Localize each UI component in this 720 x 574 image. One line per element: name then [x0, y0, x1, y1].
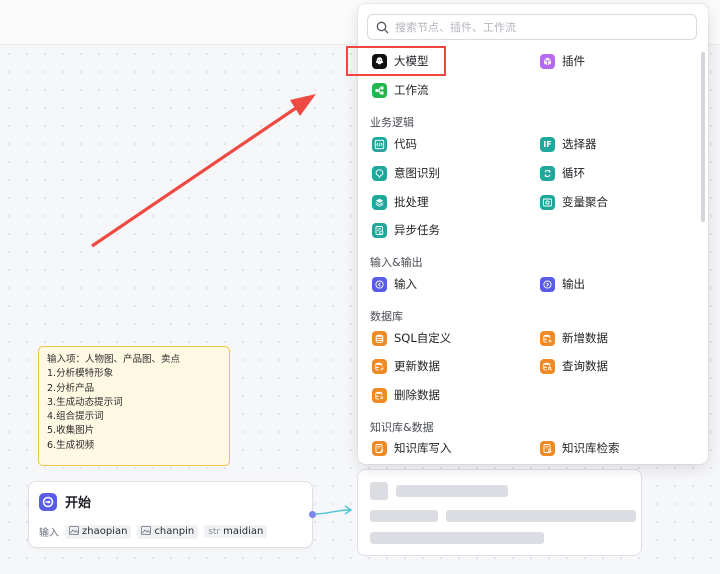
node-item-kb-write[interactable]: 知识库写入 [372, 437, 452, 459]
note-line: 3.生成动态提示词 [47, 396, 123, 408]
code-icon [372, 136, 387, 152]
input-tag: chanpin [137, 524, 199, 539]
input-icon [372, 276, 387, 292]
node-item-kb-search[interactable]: 知识库检索 [540, 437, 620, 459]
skeleton-line [446, 510, 636, 522]
db-query-icon [540, 358, 555, 374]
workflow-icon [372, 82, 387, 98]
node-item-db-delete[interactable]: 删除数据 [372, 384, 440, 406]
node-item-llm[interactable]: 大模型 [372, 50, 429, 72]
db-update-icon [372, 358, 387, 374]
kb-search-icon [540, 440, 555, 456]
start-node-header: 开始 [39, 492, 91, 511]
async-task-icon [372, 222, 387, 238]
start-node[interactable]: 开始 输入 zhaopian chanpin str maidian [28, 481, 313, 548]
node-item-label: 代码 [394, 137, 417, 151]
inputs-label: 输入 [39, 528, 59, 539]
note-line: 输入项：人物图、产品图、卖点 [47, 354, 181, 365]
node-item-label: 选择器 [562, 137, 597, 151]
node-item-label: 大模型 [394, 54, 429, 68]
image-icon [141, 525, 152, 538]
skeleton-line [370, 510, 438, 522]
connection-line [316, 505, 353, 515]
section-title-knowledge: 知识库&数据 [370, 421, 434, 434]
plugin-icon [540, 53, 555, 69]
start-icon [39, 492, 57, 511]
input-name: zhaopian [82, 526, 128, 537]
input-name: chanpin [154, 526, 195, 537]
start-node-inputs: 输入 zhaopian chanpin str maidian [39, 524, 268, 539]
node-item-label: 异步任务 [394, 223, 440, 237]
note-line: 6.生成视频 [47, 439, 95, 451]
loop-icon [540, 165, 555, 181]
node-item-label: 知识库检索 [562, 441, 620, 455]
image-icon [69, 525, 79, 538]
node-item-loop[interactable]: 循环 [540, 162, 585, 184]
node-item-code[interactable]: 代码 [372, 133, 417, 155]
search-icon [376, 21, 389, 33]
output-icon [540, 276, 555, 292]
node-item-workflow[interactable]: 工作流 [372, 79, 429, 101]
node-item-async-task[interactable]: 异步任务 [372, 219, 440, 241]
node-item-label: 插件 [562, 54, 585, 68]
output-port[interactable] [309, 511, 316, 518]
string-type-label: str [208, 526, 221, 537]
panel-scrollbar[interactable] [701, 52, 705, 222]
node-item-intent[interactable]: 意图识别 [372, 162, 440, 184]
node-item-batch[interactable]: 批处理 [372, 191, 429, 213]
node-item-label: SQL自定义 [394, 331, 452, 345]
db-delete-icon [372, 387, 387, 403]
input-tag: str maidian [204, 525, 268, 538]
node-item-aggregate[interactable]: 变量聚合 [540, 191, 608, 213]
section-title-business: 业务逻辑 [370, 116, 414, 129]
node-item-label: 更新数据 [394, 359, 440, 373]
node-item-label: 意图识别 [394, 166, 440, 180]
node-item-output[interactable]: 输出 [540, 273, 585, 295]
node-item-sql[interactable]: SQL自定义 [372, 327, 451, 349]
start-node-title: 开始 [65, 496, 92, 511]
batch-icon [372, 194, 387, 210]
note-line: 4.组合提示词 [47, 411, 104, 423]
node-item-db-add[interactable]: 新增数据 [540, 327, 608, 349]
node-item-label: 变量聚合 [562, 195, 608, 209]
llm-icon [372, 53, 387, 69]
skeleton-icon [370, 482, 388, 500]
node-item-db-query[interactable]: 查询数据 [540, 355, 608, 377]
node-item-label: 新增数据 [562, 331, 608, 345]
node-item-db-update[interactable]: 更新数据 [372, 355, 440, 377]
note-line: 2.分析产品 [47, 382, 95, 394]
if-icon: IF [540, 136, 555, 152]
section-title-database: 数据库 [370, 310, 403, 323]
node-item-label: 查询数据 [562, 359, 608, 373]
skeleton-line [396, 485, 508, 497]
db-add-icon [540, 330, 555, 346]
sql-icon [372, 330, 387, 346]
placeholder-node [357, 469, 642, 556]
node-item-label: 循环 [562, 166, 585, 180]
node-item-label: 批处理 [394, 195, 429, 209]
kb-write-icon [372, 440, 387, 456]
node-item-input[interactable]: 输入 [372, 273, 417, 295]
node-item-label: 输入 [394, 277, 417, 291]
skeleton-line [370, 532, 544, 544]
note-line: 1.分析模特形象 [47, 368, 114, 380]
search-input[interactable] [395, 20, 675, 34]
node-item-plugin[interactable]: 插件 [540, 50, 585, 72]
aggregate-icon [540, 194, 555, 210]
node-item-label: 知识库写入 [394, 441, 452, 455]
node-item-label: 工作流 [394, 83, 429, 97]
comment-note[interactable]: 输入项：人物图、产品图、卖点 1.分析模特形象 2.分析产品 3.生成动态提示词… [38, 346, 230, 466]
section-title-io: 输入&输出 [370, 256, 423, 269]
node-item-label: 输出 [562, 277, 585, 291]
note-line: 5.收集图片 [47, 425, 95, 437]
intent-icon [372, 165, 387, 181]
node-item-selector[interactable]: IF 选择器 [540, 133, 597, 155]
node-picker-panel: 大模型 插件 工作流 业务逻辑 代码 IF 选择器 意图识别 循环 [358, 4, 708, 464]
node-item-label: 删除数据 [394, 388, 440, 402]
input-name: maidian [223, 526, 264, 537]
search-box[interactable] [367, 14, 697, 40]
input-tag: zhaopian [65, 524, 132, 539]
